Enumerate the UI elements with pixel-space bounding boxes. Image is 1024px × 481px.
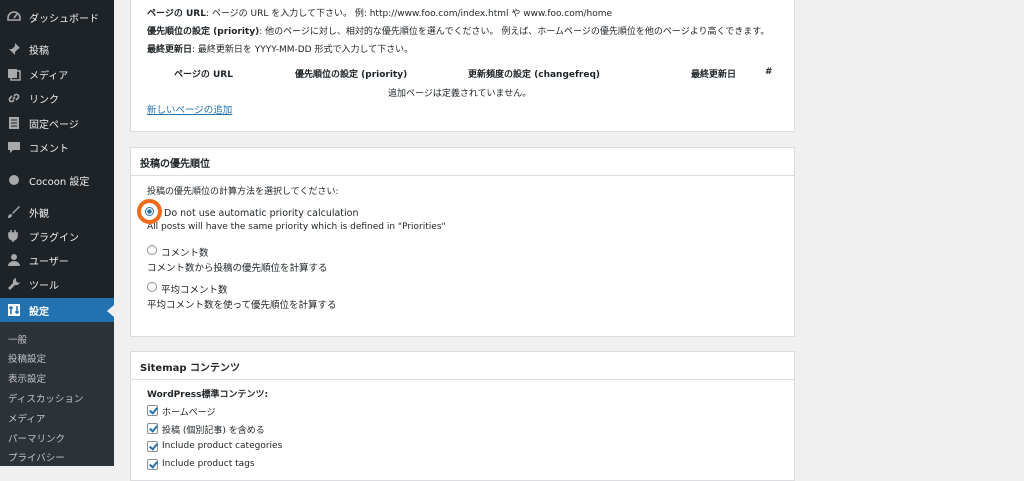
admin-sidebar: ダッシュボード 投稿 メディア リンク 固定ページ コメント Cocoon 設定… (0, 0, 114, 466)
sitemap-content-panel: Sitemap コンテンツ WordPress標準コンテンツ: ホームページ 投… (130, 351, 795, 481)
add-new-page-link[interactable]: 新しいページの追加 (147, 102, 232, 116)
page-icon (7, 116, 21, 130)
settings-icon (7, 303, 21, 317)
column-header-url: ページの URL (174, 70, 233, 80)
checkbox-label: 投稿 (個別記事) を含める (162, 426, 265, 436)
sidebar-item-label: ダッシュボード (29, 13, 99, 25)
sidebar-item-comments[interactable]: コメント (0, 135, 114, 159)
sidebar-item-label: ツール (29, 280, 59, 292)
sidebar-item-tools[interactable]: ツール (0, 272, 114, 296)
additional-pages-panel: ページの URL: ページの URL を入力して下さい。 例: http://w… (130, 0, 795, 132)
submenu-item-reading[interactable]: 表示設定 (8, 371, 46, 385)
submenu-item-permalinks[interactable]: パーマリンク (8, 431, 65, 445)
radio-no-auto-priority[interactable] (137, 199, 162, 224)
priority-option-label: コメント数 (161, 248, 209, 259)
settings-submenu: 一般 投稿設定 表示設定 ディスカッション メディア パーマリンク プライバシー (0, 322, 114, 466)
checkbox-homepage[interactable] (147, 405, 158, 416)
sidebar-item-label: リンク (29, 94, 59, 106)
panel-divider (131, 379, 794, 380)
panel-title: 投稿の優先順位 (140, 159, 210, 170)
column-header-lastmod: 最終更新日 (691, 70, 737, 80)
column-header-changefreq: 更新頻度の設定 (changefreq) (468, 70, 601, 80)
checkbox-product-tags[interactable] (147, 459, 158, 470)
sidebar-item-label: コメント (29, 143, 69, 155)
priority-instruction: 投稿の優先順位の計算方法を選択してください: (147, 187, 339, 197)
submenu-item-writing[interactable]: 投稿設定 (8, 351, 46, 365)
sidebar-item-users[interactable]: ユーザー (0, 248, 114, 272)
priority-option-label: 平均コメント数 (161, 285, 228, 296)
sidebar-item-label: メディア (29, 70, 69, 82)
checkbox-posts[interactable] (147, 423, 158, 434)
priority-help-line: 優先順位の設定 (priority): 他のページに対し、相対的な優先順位を選ん… (147, 27, 770, 37)
sidebar-item-links[interactable]: リンク (0, 86, 114, 110)
sidebar-item-dashboard[interactable]: ダッシュボード (0, 5, 114, 29)
empty-message: 追加ページは定義されていません。 (388, 89, 532, 99)
sidebar-item-settings[interactable]: 設定 (0, 298, 114, 322)
priority-option-label: Do not use automatic priority calculatio… (164, 208, 359, 219)
sidebar-item-label: プラグイン (29, 232, 79, 244)
cocoon-icon (7, 173, 21, 187)
submenu-item-general[interactable]: 一般 (8, 332, 27, 346)
radio-average-comment-count[interactable] (147, 282, 157, 292)
checkbox-label: ホームページ (162, 408, 216, 418)
pin-icon (7, 42, 21, 56)
sidebar-item-label: 投稿 (29, 45, 49, 57)
checkbox-label: Include product tags (162, 459, 255, 469)
priority-option-description: 平均コメント数を使って優先順位を計算する (147, 300, 337, 311)
plugin-icon (7, 229, 21, 243)
sidebar-item-label: 固定ページ (29, 119, 79, 131)
submenu-item-privacy[interactable]: プライバシー (8, 450, 65, 464)
appearance-icon (7, 205, 21, 219)
sidebar-item-label: 設定 (29, 306, 49, 318)
sidebar-item-label: ユーザー (29, 256, 69, 268)
dashboard-icon (7, 10, 21, 24)
checkbox-product-categories[interactable] (147, 441, 158, 452)
priority-option-description: All posts will have the same priority wh… (147, 222, 446, 232)
priority-option-description: コメント数から投稿の優先順位を計算する (147, 263, 328, 274)
sidebar-item-plugins[interactable]: プラグイン (0, 224, 114, 248)
sidebar-item-posts[interactable]: 投稿 (0, 37, 114, 61)
radio-comment-count[interactable] (147, 245, 157, 255)
user-icon (7, 253, 21, 267)
standard-content-heading: WordPress標準コンテンツ: (147, 390, 269, 400)
sidebar-item-media[interactable]: メディア (0, 62, 114, 86)
sidebar-item-label: Cocoon 設定 (29, 176, 90, 188)
column-header-priority: 優先順位の設定 (priority) (295, 70, 408, 80)
sidebar-item-label: 外観 (29, 208, 49, 220)
media-icon (7, 67, 21, 81)
submenu-item-media[interactable]: メディア (8, 411, 45, 425)
panel-title: Sitemap コンテンツ (140, 363, 240, 374)
tool-icon (7, 277, 21, 291)
sidebar-item-pages[interactable]: 固定ページ (0, 111, 114, 135)
sidebar-item-appearance[interactable]: 外観 (0, 200, 114, 224)
lastmod-help-line: 最終更新日: 最終更新日を YYYY-MM-DD 形式で入力して下さい。 (147, 45, 414, 55)
column-header-number: # (765, 67, 773, 77)
sidebar-item-cocoon[interactable]: Cocoon 設定 (0, 168, 114, 192)
submenu-item-discussion[interactable]: ディスカッション (8, 391, 83, 405)
post-priority-panel: 投稿の優先順位 投稿の優先順位の計算方法を選択してください: Do not us… (130, 147, 795, 337)
url-help-line: ページの URL: ページの URL を入力して下さい。 例: http://w… (147, 9, 613, 19)
panel-divider (131, 175, 794, 176)
link-icon (7, 91, 21, 105)
checkbox-label: Include product categories (162, 441, 283, 451)
comment-icon (7, 140, 21, 154)
